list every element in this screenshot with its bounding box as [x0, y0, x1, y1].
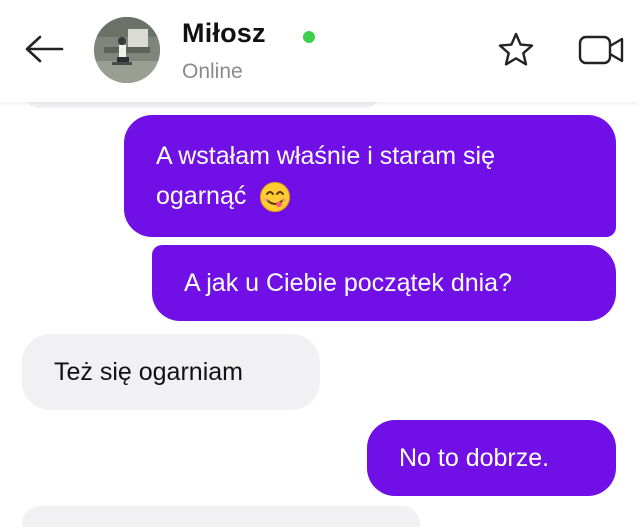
message-bubble-incoming[interactable]: Też się ogarniam [22, 334, 320, 410]
avatar-photo [94, 17, 160, 83]
message-bubble-outgoing[interactable]: No to dobrze. [367, 420, 616, 496]
avatar[interactable] [94, 17, 160, 83]
video-camera-icon[interactable] [578, 34, 626, 66]
smiling-face-emoji-icon [260, 182, 291, 213]
star-icon[interactable] [496, 30, 536, 70]
online-status-dot [303, 31, 315, 43]
chat-header: Miłosz Online [0, 0, 639, 102]
presence-status: Online [182, 60, 243, 83]
message-bubble-outgoing[interactable]: A jak u Ciebie początek dnia? [152, 245, 616, 321]
message-text: A wstałam właśnie i staram się [156, 142, 496, 170]
arrow-left-icon[interactable] [22, 32, 66, 66]
message-bubble-outgoing[interactable]: A wstałam właśnie i staram się ogarnąć [124, 115, 616, 237]
message-text: Też się ogarniam [54, 358, 243, 386]
message-text: A jak u Ciebie początek dnia? [184, 269, 512, 297]
message-text: No to dobrze. [399, 444, 550, 472]
message-text-line2: ogarnąć [156, 176, 291, 216]
contact-name[interactable]: Miłosz [182, 18, 266, 49]
message-bubble-partial-bottom [22, 506, 420, 527]
